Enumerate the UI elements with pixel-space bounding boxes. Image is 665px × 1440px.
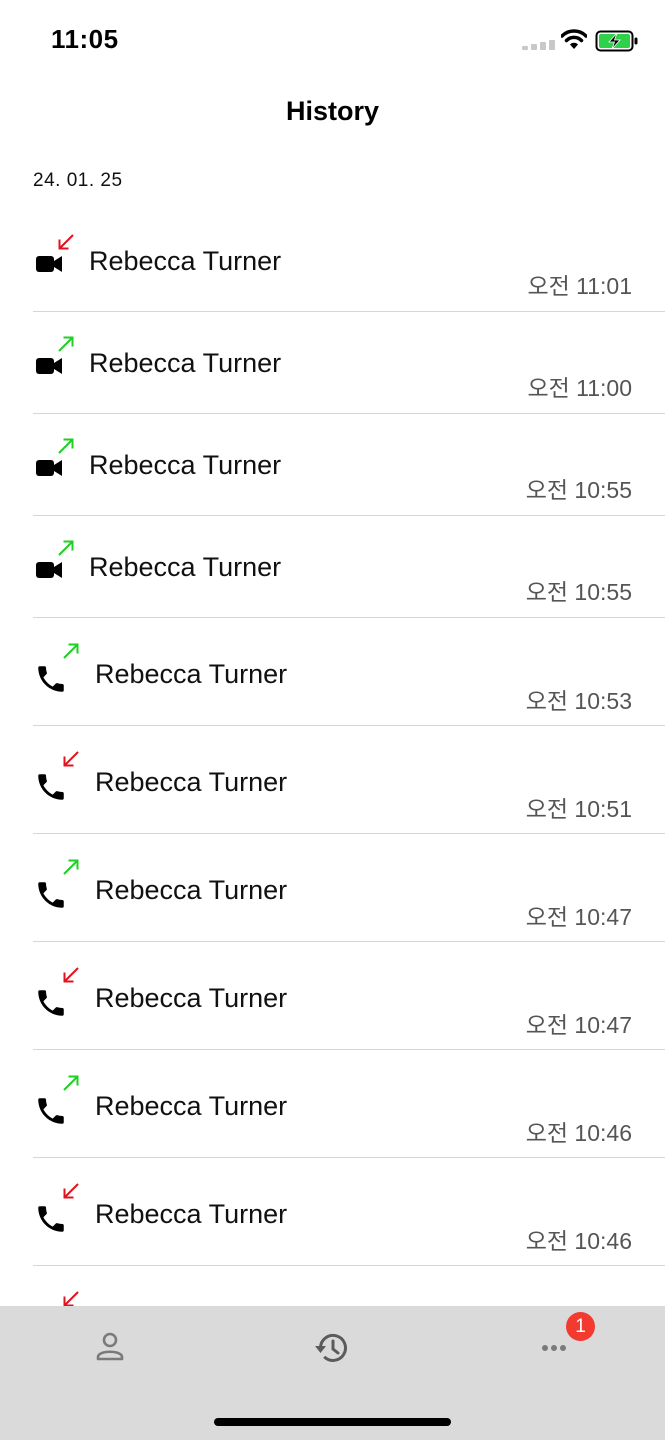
cellular-signal-icon <box>522 40 558 50</box>
call-time: 오전 10:55 <box>525 477 632 503</box>
status-time: 11:05 <box>51 24 119 54</box>
incoming-arrow-icon <box>57 233 75 251</box>
page-title: History <box>285 96 380 126</box>
call-row[interactable]: Rebecca Turner 오전 10:46 <box>0 1158 665 1266</box>
call-row[interactable]: Rebecca Turner 오전 10:47 <box>0 834 665 942</box>
notification-badge: 1 <box>566 1312 595 1341</box>
incoming-arrow-icon <box>62 966 80 984</box>
call-time: 오전 10:53 <box>525 688 632 714</box>
call-time: 오전 10:55 <box>525 579 632 605</box>
phone-call-icon <box>34 1094 68 1128</box>
call-row[interactable]: Rebecca Turner 오전 11:00 <box>0 312 665 414</box>
call-time: 오전 10:46 <box>525 1228 632 1254</box>
caller-name: Rebecca Turner <box>95 983 288 1013</box>
home-indicator <box>214 1418 451 1426</box>
date-section-header: 24. 01. 25 <box>33 170 123 191</box>
outgoing-arrow-icon <box>57 437 75 455</box>
call-row[interactable]: Rebecca Turner 오전 11:01 <box>0 210 665 312</box>
caller-name: Rebecca Turner <box>95 659 288 689</box>
call-time: 오전 11:00 <box>527 375 632 401</box>
person-icon <box>96 1332 124 1361</box>
history-icon <box>315 1333 347 1362</box>
call-row[interactable]: Rebecca Turner 오전 10:46 <box>0 1050 665 1158</box>
call-history-list[interactable]: Rebecca Turner 오전 11:01 Rebecca Turner 오전 1… <box>0 210 665 1374</box>
caller-name: Rebecca Turner <box>89 246 282 276</box>
caller-name: Rebecca Turner <box>95 767 288 797</box>
call-row[interactable]: Rebecca Turner 오전 10:53 <box>0 618 665 726</box>
call-row[interactable]: Rebecca Turner 오전 10:55 <box>0 516 665 618</box>
call-time: 오전 10:47 <box>525 904 632 930</box>
phone-call-icon <box>34 878 68 912</box>
tab-history[interactable] <box>302 1326 362 1370</box>
call-time: 오전 10:51 <box>525 796 632 822</box>
phone-call-icon <box>34 662 68 696</box>
call-row[interactable]: Rebecca Turner 오전 10:51 <box>0 726 665 834</box>
phone-call-icon <box>34 986 68 1020</box>
caller-name: Rebecca Turner <box>95 875 288 905</box>
video-call-icon <box>34 554 64 584</box>
battery-charging-icon <box>595 30 638 52</box>
tab-contacts[interactable] <box>80 1326 140 1370</box>
outgoing-arrow-icon <box>57 539 75 557</box>
call-row[interactable]: Rebecca Turner 오전 10:55 <box>0 414 665 516</box>
call-row[interactable]: Rebecca Turner 오전 10:47 <box>0 942 665 1050</box>
caller-name: Rebecca Turner <box>95 1091 288 1121</box>
phone-call-icon <box>34 770 68 804</box>
outgoing-arrow-icon <box>62 1074 80 1092</box>
outgoing-arrow-icon <box>62 858 80 876</box>
call-time: 오전 11:01 <box>527 273 632 299</box>
caller-name: Rebecca Turner <box>95 1199 288 1229</box>
outgoing-arrow-icon <box>57 335 75 353</box>
video-call-icon <box>34 452 64 482</box>
caller-name: Rebecca Turner <box>89 450 282 480</box>
video-call-icon <box>34 248 64 278</box>
incoming-arrow-icon <box>62 750 80 768</box>
incoming-arrow-icon <box>62 1182 80 1200</box>
outgoing-arrow-icon <box>62 642 80 660</box>
call-time: 오전 10:47 <box>525 1012 632 1038</box>
caller-name: Rebecca Turner <box>89 552 282 582</box>
phone-call-icon <box>34 1202 68 1236</box>
wifi-icon <box>561 29 587 49</box>
video-call-icon <box>34 350 64 380</box>
status-bar: 11:05 <box>0 0 665 80</box>
caller-name: Rebecca Turner <box>89 348 282 378</box>
call-time: 오전 10:46 <box>525 1120 632 1146</box>
